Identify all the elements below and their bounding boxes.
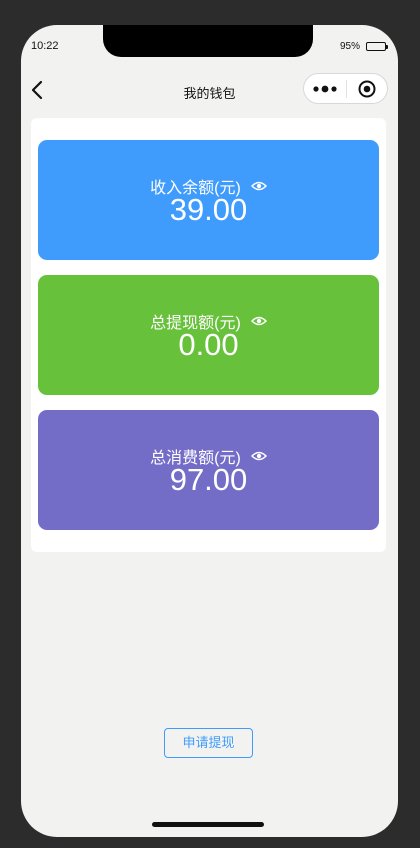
card-value: 39.00 — [169, 192, 248, 227]
total-withdrawal-card[interactable]: 总提现额(元) 0.00 — [38, 275, 379, 395]
battery-percent: 95% — [339, 41, 360, 52]
card-value: 0.00 — [178, 327, 239, 362]
status-time: 10:22 — [31, 40, 59, 52]
eye-icon[interactable] — [250, 180, 267, 192]
income-balance-card[interactable]: 收入余额(元) 39.00 — [38, 140, 379, 260]
eye-icon[interactable] — [250, 315, 267, 327]
miniprogram-capsule — [303, 73, 388, 104]
more-button[interactable] — [304, 74, 346, 103]
phone-screen: 10:22 95% 我的钱包 收入余额(元) 39.00 总提现额(元) 0.0… — [21, 25, 398, 837]
status-indicators: 95% — [339, 41, 388, 52]
apply-withdrawal-button[interactable]: 申请提现 — [164, 728, 253, 758]
eye-icon[interactable] — [250, 450, 267, 462]
close-miniprogram-button[interactable] — [347, 74, 387, 103]
card-value: 97.00 — [169, 462, 248, 497]
device-notch — [103, 25, 313, 57]
more-dots-icon — [313, 85, 337, 92]
home-indicator — [152, 822, 264, 827]
battery-icon — [366, 42, 388, 51]
wallet-panel: 收入余额(元) 39.00 总提现额(元) 0.00 总消费额(元) 97.00 — [31, 118, 386, 552]
target-circle-icon — [358, 80, 376, 97]
total-spending-card[interactable]: 总消费额(元) 97.00 — [38, 410, 379, 530]
navigation-bar: 我的钱包 — [21, 70, 398, 110]
